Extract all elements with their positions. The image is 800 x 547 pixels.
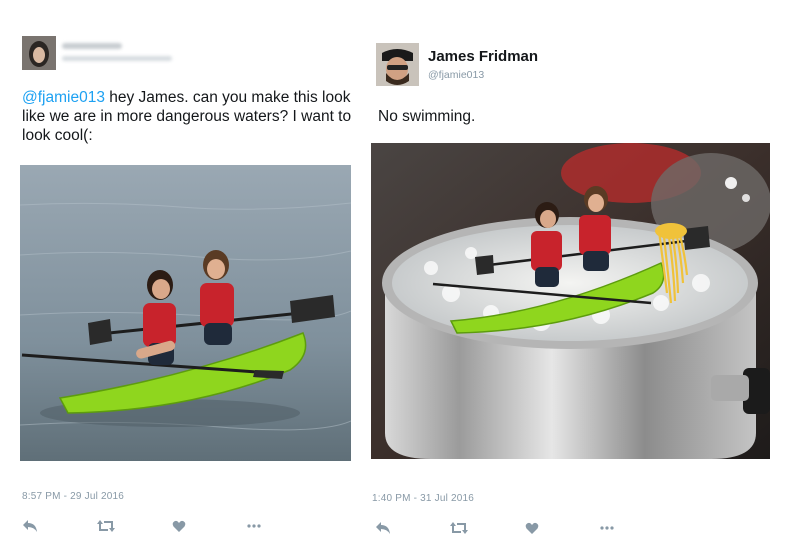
reply-icon: [22, 519, 38, 533]
more-icon: [247, 524, 261, 528]
right-tweet: James Fridman @fjamie013 No swimming. 1:…: [370, 0, 800, 547]
heart-icon: [172, 520, 186, 533]
like-button[interactable]: [172, 517, 247, 535]
mention-link[interactable]: @fjamie013: [22, 89, 105, 106]
avatar[interactable]: [376, 43, 419, 86]
timestamp[interactable]: 8:57 PM - 29 Jul 2016: [22, 491, 124, 502]
kayak-photo[interactable]: [20, 165, 351, 461]
retweet-icon: [450, 521, 468, 535]
tweet-text: @fjamie013 hey James. can you make this …: [22, 88, 367, 145]
pot-kayak-photo[interactable]: [371, 143, 770, 459]
timestamp[interactable]: 1:40 PM - 31 Jul 2016: [372, 493, 474, 504]
redacted-name: [62, 43, 122, 49]
heart-icon: [525, 522, 539, 535]
retweet-icon: [97, 519, 115, 533]
user-handle[interactable]: @fjamie013: [428, 69, 484, 81]
avatar[interactable]: [22, 36, 56, 70]
retweet-button[interactable]: [97, 517, 172, 535]
reply-button[interactable]: [22, 517, 97, 535]
reply-button[interactable]: [375, 519, 450, 537]
retweet-button[interactable]: [450, 519, 525, 537]
display-name[interactable]: James Fridman: [428, 48, 538, 65]
action-bar: [22, 517, 322, 535]
tweet-text: No swimming.: [378, 108, 476, 125]
redacted-handle: [62, 56, 172, 61]
like-button[interactable]: [525, 519, 600, 537]
action-bar: [375, 519, 675, 537]
more-button[interactable]: [247, 517, 322, 535]
left-tweet: @fjamie013 hey James. can you make this …: [0, 0, 370, 547]
more-icon: [600, 526, 614, 530]
more-button[interactable]: [600, 519, 675, 537]
reply-icon: [375, 521, 391, 535]
